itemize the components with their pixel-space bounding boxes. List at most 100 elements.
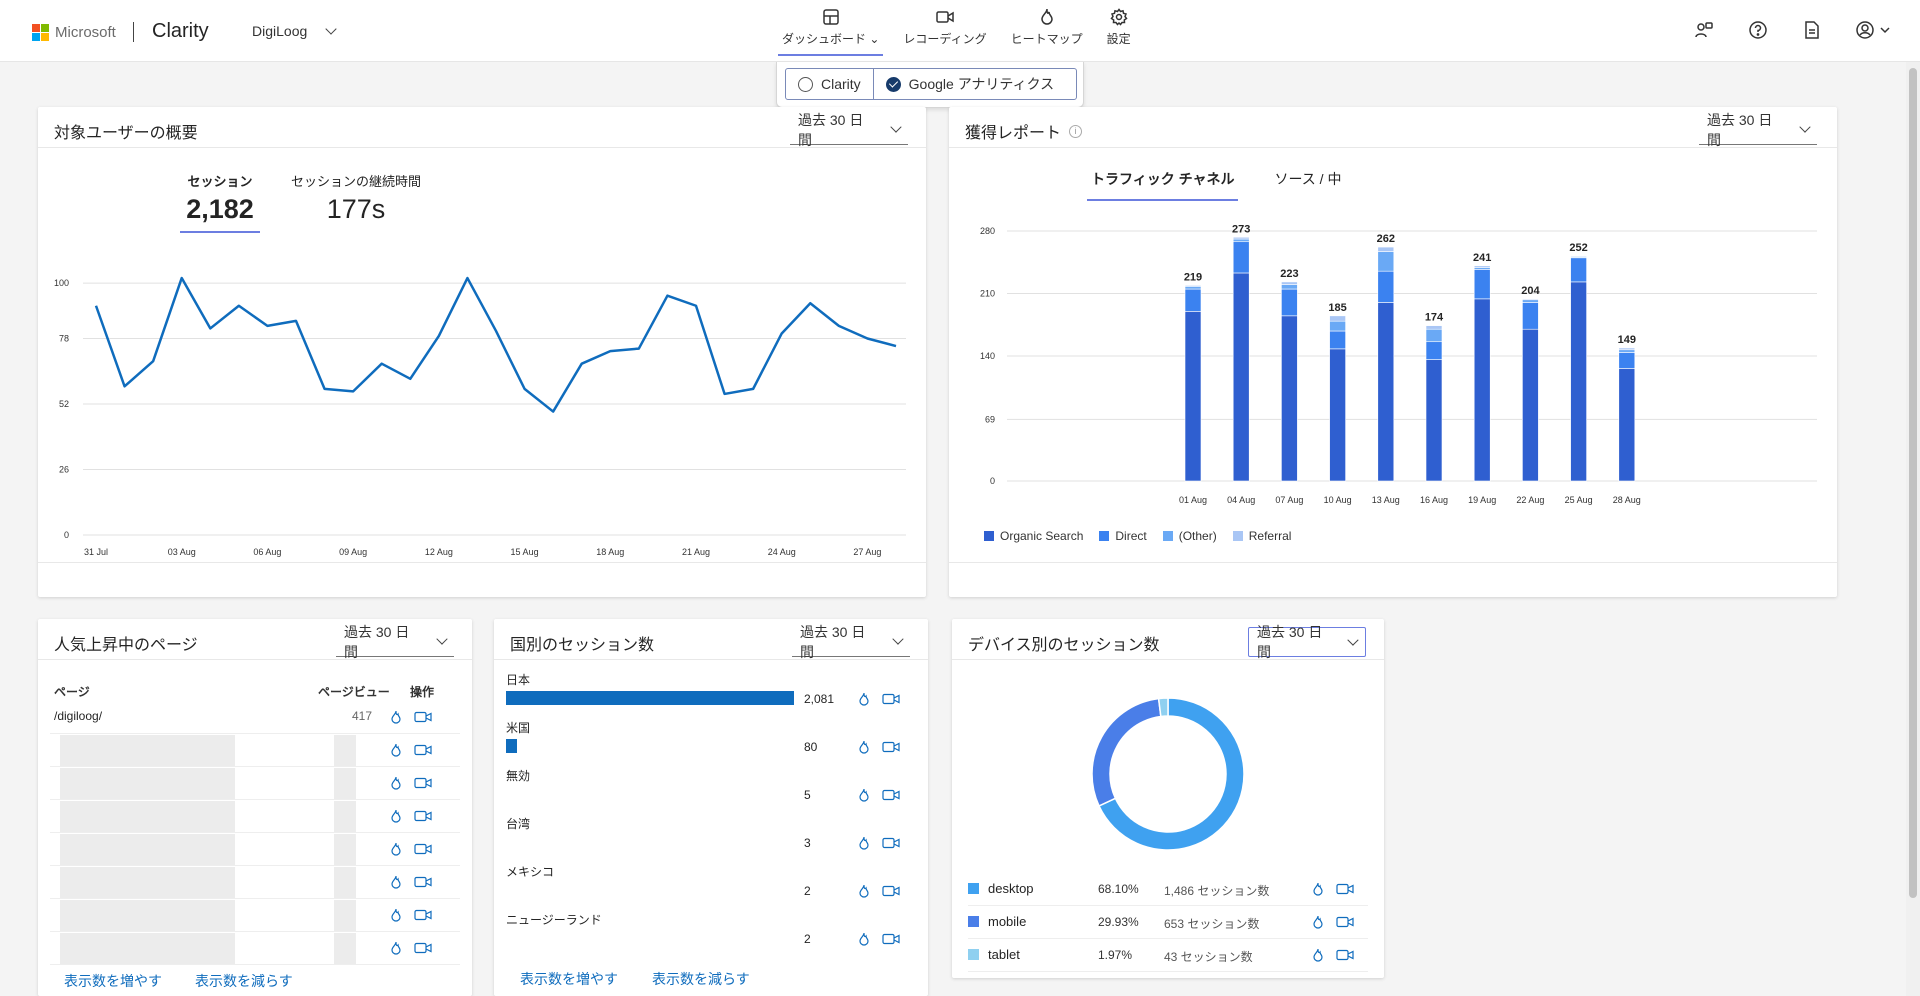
country-row[interactable]: 日本 2,081: [506, 671, 916, 715]
source-option-google-analytics[interactable]: Google アナリティクス: [874, 69, 1067, 99]
table-row[interactable]: [50, 932, 460, 965]
recording-button[interactable]: [414, 744, 432, 756]
device-donut-chart: [1091, 697, 1245, 851]
heatmap-button[interactable]: [390, 743, 402, 757]
card-title: 獲得レポート: [965, 125, 1062, 142]
nav-dashboard[interactable]: ダッシュボード ⌄: [770, 8, 891, 56]
legend-label: Referral: [1248, 529, 1292, 543]
recording-button[interactable]: [882, 837, 900, 849]
recording-button[interactable]: [414, 876, 432, 888]
sessions-metric[interactable]: セッション 2,182: [180, 171, 260, 233]
bar-total-label: 262: [1377, 233, 1395, 245]
show-less-link[interactable]: 表示数を減らす: [195, 971, 293, 991]
document-icon[interactable]: [1802, 20, 1822, 40]
heatmap-button[interactable]: [858, 884, 870, 898]
table-row[interactable]: /digiloog/417: [50, 701, 460, 734]
date-range-dropdown[interactable]: 過去 30 日間: [1699, 112, 1817, 148]
account-icon[interactable]: [1856, 20, 1890, 40]
bar-segment: [1522, 328, 1539, 482]
show-less-link[interactable]: 表示数を減らす: [652, 969, 750, 989]
recording-button[interactable]: [882, 741, 900, 753]
heatmap-button[interactable]: [858, 932, 870, 946]
nav-heatmaps[interactable]: ヒートマップ: [999, 8, 1095, 54]
duration-metric[interactable]: セッションの継続時間 177s: [282, 171, 430, 225]
device-sessions: 653 セッション数: [1164, 917, 1260, 931]
recording-button[interactable]: [1336, 949, 1354, 961]
project-selector[interactable]: DigiLoog: [252, 22, 337, 39]
country-row[interactable]: ニュージーランド 2: [506, 911, 916, 955]
bar-total-label: 273: [1232, 223, 1250, 235]
scrollbar-thumb[interactable]: [1909, 68, 1917, 898]
microsoft-logo[interactable]: Microsoft: [32, 24, 116, 41]
recording-button[interactable]: [414, 711, 432, 723]
help-icon[interactable]: [1748, 20, 1768, 40]
source-option-clarity[interactable]: Clarity: [786, 69, 874, 99]
table-row[interactable]: [50, 734, 460, 767]
heatmap-button[interactable]: [858, 740, 870, 754]
date-range-dropdown[interactable]: 過去 30 日間: [1248, 624, 1366, 660]
page-scrollbar[interactable]: [1906, 62, 1920, 996]
y-tick-label: 210: [980, 289, 995, 299]
date-range-dropdown[interactable]: 過去 30 日間: [790, 112, 908, 148]
heatmap-button[interactable]: [390, 908, 402, 922]
heatmap-button[interactable]: [390, 842, 402, 856]
app-title[interactable]: Clarity: [152, 20, 209, 43]
recording-button[interactable]: [882, 885, 900, 897]
checked-radio-icon: [885, 76, 901, 92]
heatmap-button[interactable]: [858, 788, 870, 802]
info-icon[interactable]: i: [1069, 124, 1083, 138]
heatmap-button[interactable]: [858, 836, 870, 850]
tab-source-medium[interactable]: ソース / 中: [1270, 169, 1345, 201]
device-row[interactable]: mobile 29.93% 653 セッション数: [968, 906, 1368, 939]
page-path[interactable]: /digiloog/: [54, 709, 102, 723]
recording-button[interactable]: [414, 909, 432, 921]
table-row[interactable]: [50, 767, 460, 800]
tab-traffic-channel[interactable]: トラフィック チャネル: [1087, 169, 1239, 201]
legend-item[interactable]: Referral: [1232, 529, 1292, 543]
table-row[interactable]: [50, 800, 460, 833]
date-range-dropdown[interactable]: 過去 30 日間: [792, 624, 910, 660]
recording-button[interactable]: [1336, 883, 1354, 895]
country-row[interactable]: メキシコ 2: [506, 863, 916, 907]
heatmap-button[interactable]: [390, 809, 402, 823]
recording-button[interactable]: [414, 843, 432, 855]
heatmap-button[interactable]: [390, 776, 402, 790]
date-range-dropdown[interactable]: 過去 30 日間: [336, 624, 454, 660]
legend-item[interactable]: (Other): [1162, 529, 1217, 543]
country-row[interactable]: 台湾 3: [506, 815, 916, 859]
recording-button[interactable]: [414, 942, 432, 954]
bar-segment: [1473, 265, 1491, 268]
recording-button[interactable]: [882, 933, 900, 945]
heatmap-button[interactable]: [390, 941, 402, 955]
nav-settings[interactable]: 設定: [1095, 8, 1143, 54]
device-row[interactable]: tablet 1.97% 43 セッション数: [968, 939, 1368, 972]
heatmap-button[interactable]: [390, 875, 402, 889]
nav-recordings[interactable]: レコーディング: [891, 8, 998, 54]
bar-segment: [1329, 315, 1346, 322]
country-row[interactable]: 無効 5: [506, 767, 916, 811]
show-more-link[interactable]: 表示数を増やす: [520, 969, 618, 989]
device-row[interactable]: desktop 68.10% 1,486 セッション数: [968, 873, 1368, 906]
bar-segment: [1184, 286, 1202, 290]
heatmap-button[interactable]: [858, 692, 870, 706]
share-icon[interactable]: [1694, 20, 1714, 40]
heatmap-button[interactable]: [1312, 882, 1324, 896]
bar-total-label: 174: [1425, 312, 1444, 324]
recording-button[interactable]: [882, 789, 900, 801]
heatmap-button[interactable]: [1312, 915, 1324, 929]
heatmap-button[interactable]: [390, 710, 402, 724]
legend-item[interactable]: Organic Search: [984, 529, 1083, 543]
show-more-link[interactable]: 表示数を増やす: [64, 971, 162, 991]
recording-button[interactable]: [882, 693, 900, 705]
bar-segment: [1281, 288, 1298, 317]
redacted-page-path: [60, 900, 235, 931]
recording-button[interactable]: [1336, 916, 1354, 928]
legend-item[interactable]: Direct: [1099, 529, 1147, 543]
country-row[interactable]: 米国 80: [506, 719, 916, 763]
recording-button[interactable]: [414, 777, 432, 789]
table-row[interactable]: [50, 899, 460, 932]
table-row[interactable]: [50, 833, 460, 866]
table-row[interactable]: [50, 866, 460, 899]
heatmap-button[interactable]: [1312, 948, 1324, 962]
recording-button[interactable]: [414, 810, 432, 822]
